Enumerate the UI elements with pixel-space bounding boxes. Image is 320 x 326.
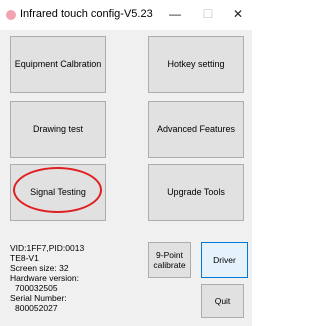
serial-number-value: 800052027 bbox=[15, 303, 58, 313]
vid-pid-text: VID:1FF7,PID:0013 bbox=[10, 243, 85, 253]
model-text: TE8-V1 bbox=[10, 253, 39, 263]
device-info: VID:1FF7,PID:0013 TE8-V1 Screen size: 32… bbox=[10, 243, 110, 313]
nine-point-calibrate-button[interactable]: 9-Point calibrate bbox=[148, 242, 191, 278]
title-bar: Infrared touch config-V5.23 — ☐ ✕ bbox=[0, 0, 252, 30]
drawing-test-button[interactable]: Drawing test bbox=[10, 101, 106, 158]
main-panel: Equipment Calbration Hotkey setting Draw… bbox=[0, 30, 252, 326]
minimize-button[interactable]: — bbox=[163, 4, 187, 24]
hotkey-setting-button[interactable]: Hotkey setting bbox=[148, 36, 244, 93]
equipment-calibration-button[interactable]: Equipment Calbration bbox=[10, 36, 106, 93]
quit-button[interactable]: Quit bbox=[201, 284, 244, 318]
screen-size-text: Screen size: 32 bbox=[10, 263, 69, 273]
nine-point-label-line1: 9-Point bbox=[156, 250, 183, 260]
hardware-version-label: Hardware version: bbox=[10, 273, 79, 283]
upgrade-tools-button[interactable]: Upgrade Tools bbox=[148, 164, 244, 221]
signal-testing-button[interactable]: Signal Testing bbox=[10, 164, 106, 221]
close-button[interactable]: ✕ bbox=[226, 4, 250, 24]
hardware-version-value: 700032505 bbox=[15, 283, 58, 293]
nine-point-label-line2: calibrate bbox=[153, 260, 186, 270]
serial-number-label: Serial Number: bbox=[10, 293, 67, 303]
app-icon bbox=[6, 10, 16, 20]
app-window: Infrared touch config-V5.23 — ☐ ✕ Equipm… bbox=[0, 0, 252, 326]
maximize-button[interactable]: ☐ bbox=[196, 4, 220, 24]
window-title: Infrared touch config-V5.23 bbox=[20, 8, 153, 20]
advanced-features-button[interactable]: Advanced Features bbox=[148, 101, 244, 158]
driver-check-button[interactable]: Driver check bbox=[201, 242, 248, 299]
